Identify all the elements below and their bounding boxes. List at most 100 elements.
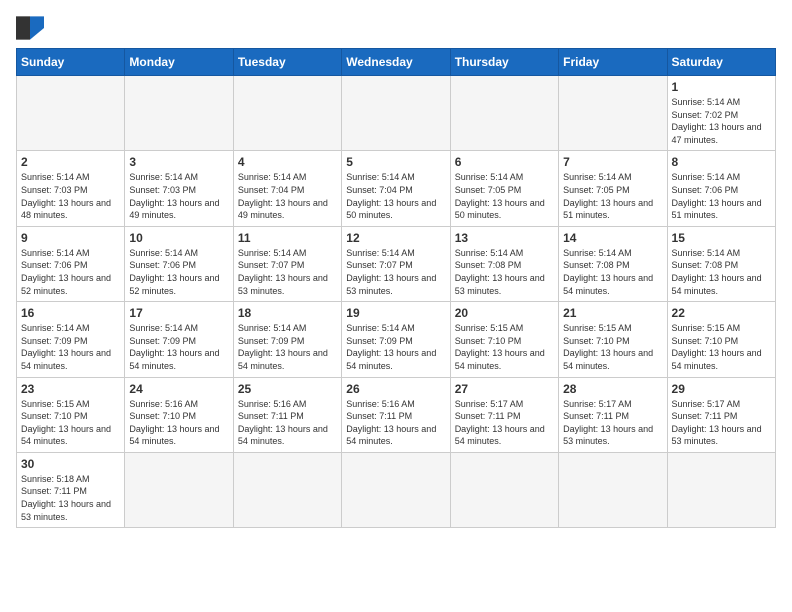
day-number: 8 [672,155,771,169]
day-number: 23 [21,382,120,396]
day-number: 11 [238,231,337,245]
day-info: Sunrise: 5:14 AM Sunset: 7:07 PM Dayligh… [238,247,337,297]
calendar-cell [125,452,233,527]
day-number: 12 [346,231,445,245]
calendar-row: 23Sunrise: 5:15 AM Sunset: 7:10 PM Dayli… [17,377,776,452]
day-number: 18 [238,306,337,320]
calendar-cell: 2 Sunrise: 5:14 AM Sunset: 7:03 PM Daylig… [17,151,125,226]
weekday-header-monday: Monday [125,49,233,76]
calendar-cell: 5 Sunrise: 5:14 AM Sunset: 7:04 PM Daylig… [342,151,450,226]
logo [16,16,48,40]
day-number: 1 [672,80,771,94]
day-info: Sunrise: 5:14 AM Sunset: 7:02 PM Dayligh… [672,96,771,146]
calendar-cell: 15Sunrise: 5:14 AM Sunset: 7:08 PM Dayli… [667,226,775,301]
day-number: 28 [563,382,662,396]
calendar-cell [233,452,341,527]
calendar-cell: 28 Sunrise: 5:17 AM Sunset: 7:11 PM Dayli… [559,377,667,452]
day-number: 2 [21,155,120,169]
day-number: 20 [455,306,554,320]
day-info: Sunrise: 5:14 AM Sunset: 7:09 PM Dayligh… [346,322,445,372]
day-info: Sunrise: 5:14 AM Sunset: 7:04 PM Dayligh… [346,171,445,221]
weekday-header-row: SundayMondayTuesdayWednesdayThursdayFrid… [17,49,776,76]
calendar-cell [125,76,233,151]
calendar-cell: 14 Sunrise: 5:14 AM Sunset: 7:08 PM Dayli… [559,226,667,301]
calendar-row: 16 Sunrise: 5:14 AM Sunset: 7:09 PM Dayli… [17,302,776,377]
day-info: Sunrise: 5:14 AM Sunset: 7:08 PM Dayligh… [563,247,662,297]
calendar-cell [233,76,341,151]
day-info: Sunrise: 5:14 AM Sunset: 7:09 PM Dayligh… [238,322,337,372]
day-number: 14 [563,231,662,245]
calendar-cell: 11 Sunrise: 5:14 AM Sunset: 7:07 PM Dayli… [233,226,341,301]
calendar-cell [559,76,667,151]
day-info: Sunrise: 5:16 AM Sunset: 7:10 PM Dayligh… [129,398,228,448]
calendar-cell: 23Sunrise: 5:15 AM Sunset: 7:10 PM Dayli… [17,377,125,452]
day-info: Sunrise: 5:14 AM Sunset: 7:05 PM Dayligh… [455,171,554,221]
calendar-cell [559,452,667,527]
day-number: 16 [21,306,120,320]
calendar-cell: 3 Sunrise: 5:14 AM Sunset: 7:03 PM Daylig… [125,151,233,226]
calendar-cell: 4Sunrise: 5:14 AM Sunset: 7:04 PM Daylig… [233,151,341,226]
day-number: 3 [129,155,228,169]
calendar-cell: 16 Sunrise: 5:14 AM Sunset: 7:09 PM Dayli… [17,302,125,377]
calendar-cell [450,452,558,527]
calendar-cell: 18 Sunrise: 5:14 AM Sunset: 7:09 PM Dayli… [233,302,341,377]
day-number: 29 [672,382,771,396]
calendar-cell: 24Sunrise: 5:16 AM Sunset: 7:10 PM Dayli… [125,377,233,452]
calendar-cell: 20 Sunrise: 5:15 AM Sunset: 7:10 PM Dayli… [450,302,558,377]
calendar-cell: 19 Sunrise: 5:14 AM Sunset: 7:09 PM Dayli… [342,302,450,377]
day-number: 6 [455,155,554,169]
calendar-cell: 13 Sunrise: 5:14 AM Sunset: 7:08 PM Dayli… [450,226,558,301]
calendar-row: 30Sunrise: 5:18 AM Sunset: 7:11 PM Dayli… [17,452,776,527]
day-number: 26 [346,382,445,396]
day-info: Sunrise: 5:17 AM Sunset: 7:11 PM Dayligh… [455,398,554,448]
day-number: 5 [346,155,445,169]
day-info: Sunrise: 5:14 AM Sunset: 7:06 PM Dayligh… [129,247,228,297]
day-number: 25 [238,382,337,396]
calendar-table: SundayMondayTuesdayWednesdayThursdayFrid… [16,48,776,528]
day-info: Sunrise: 5:15 AM Sunset: 7:10 PM Dayligh… [455,322,554,372]
calendar-cell: 7Sunrise: 5:14 AM Sunset: 7:05 PM Daylig… [559,151,667,226]
day-number: 21 [563,306,662,320]
day-info: Sunrise: 5:14 AM Sunset: 7:03 PM Dayligh… [129,171,228,221]
calendar-cell [450,76,558,151]
weekday-header-sunday: Sunday [17,49,125,76]
day-info: Sunrise: 5:14 AM Sunset: 7:06 PM Dayligh… [21,247,120,297]
calendar-cell: 6 Sunrise: 5:14 AM Sunset: 7:05 PM Daylig… [450,151,558,226]
calendar-cell: 26 Sunrise: 5:16 AM Sunset: 7:11 PM Dayli… [342,377,450,452]
day-number: 19 [346,306,445,320]
calendar-cell [342,452,450,527]
day-number: 27 [455,382,554,396]
calendar-cell: 29 Sunrise: 5:17 AM Sunset: 7:11 PM Dayli… [667,377,775,452]
page-header [16,16,776,40]
day-info: Sunrise: 5:18 AM Sunset: 7:11 PM Dayligh… [21,473,120,523]
calendar-cell: 30Sunrise: 5:18 AM Sunset: 7:11 PM Dayli… [17,452,125,527]
day-info: Sunrise: 5:16 AM Sunset: 7:11 PM Dayligh… [346,398,445,448]
day-info: Sunrise: 5:17 AM Sunset: 7:11 PM Dayligh… [563,398,662,448]
day-number: 13 [455,231,554,245]
day-number: 4 [238,155,337,169]
weekday-header-tuesday: Tuesday [233,49,341,76]
calendar-row: 2 Sunrise: 5:14 AM Sunset: 7:03 PM Daylig… [17,151,776,226]
day-info: Sunrise: 5:14 AM Sunset: 7:07 PM Dayligh… [346,247,445,297]
calendar-cell: 12 Sunrise: 5:14 AM Sunset: 7:07 PM Dayli… [342,226,450,301]
weekday-header-friday: Friday [559,49,667,76]
calendar-cell: 10 Sunrise: 5:14 AM Sunset: 7:06 PM Dayli… [125,226,233,301]
day-info: Sunrise: 5:14 AM Sunset: 7:09 PM Dayligh… [21,322,120,372]
calendar-cell: 27 Sunrise: 5:17 AM Sunset: 7:11 PM Dayli… [450,377,558,452]
calendar-cell: 25Sunrise: 5:16 AM Sunset: 7:11 PM Dayli… [233,377,341,452]
day-number: 9 [21,231,120,245]
day-number: 10 [129,231,228,245]
day-info: Sunrise: 5:15 AM Sunset: 7:10 PM Dayligh… [672,322,771,372]
day-info: Sunrise: 5:14 AM Sunset: 7:09 PM Dayligh… [129,322,228,372]
day-number: 17 [129,306,228,320]
day-info: Sunrise: 5:14 AM Sunset: 7:06 PM Dayligh… [672,171,771,221]
day-info: Sunrise: 5:14 AM Sunset: 7:03 PM Dayligh… [21,171,120,221]
day-number: 15 [672,231,771,245]
day-info: Sunrise: 5:17 AM Sunset: 7:11 PM Dayligh… [672,398,771,448]
day-info: Sunrise: 5:14 AM Sunset: 7:08 PM Dayligh… [455,247,554,297]
calendar-cell: 9 Sunrise: 5:14 AM Sunset: 7:06 PM Daylig… [17,226,125,301]
day-info: Sunrise: 5:15 AM Sunset: 7:10 PM Dayligh… [563,322,662,372]
calendar-cell: 17 Sunrise: 5:14 AM Sunset: 7:09 PM Dayli… [125,302,233,377]
calendar-cell: 21 Sunrise: 5:15 AM Sunset: 7:10 PM Dayli… [559,302,667,377]
calendar-cell [342,76,450,151]
